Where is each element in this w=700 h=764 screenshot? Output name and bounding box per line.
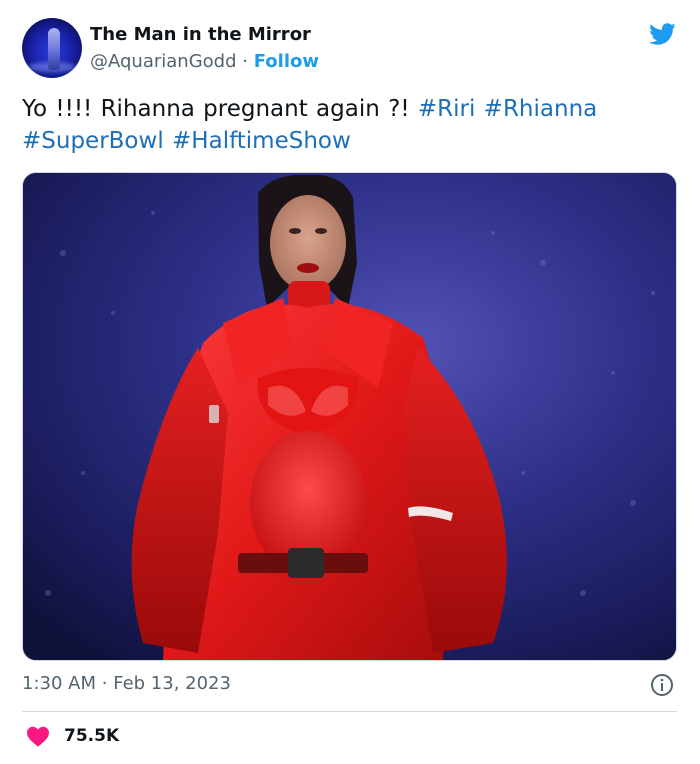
- twitter-bird-icon[interactable]: [646, 20, 678, 48]
- hashtag-riri[interactable]: #Riri: [418, 96, 476, 122]
- performer-photo: [23, 173, 676, 660]
- tweet-header: The Man in the Mirror @AquarianGodd · Fo…: [22, 18, 678, 80]
- tweet-card: The Man in the Mirror @AquarianGodd · Fo…: [0, 0, 700, 764]
- tweet-date: Feb 13, 2023: [113, 673, 231, 694]
- tweet-timestamp[interactable]: 1:30 AM · Feb 13, 2023: [22, 673, 231, 694]
- display-name[interactable]: The Man in the Mirror: [90, 24, 311, 45]
- handle-separator: ·: [242, 51, 248, 72]
- hashtag-halftimeshow[interactable]: #HalftimeShow: [172, 128, 351, 154]
- tweet-text: Yo !!!! Rihanna pregnant again ?! #Riri …: [22, 93, 672, 157]
- divider: [22, 711, 677, 712]
- timestamp-separator: ·: [101, 673, 108, 694]
- hashtag-superbowl[interactable]: #SuperBowl: [22, 128, 164, 154]
- tweet-photo[interactable]: [22, 172, 677, 661]
- info-icon[interactable]: [650, 673, 674, 697]
- avatar[interactable]: [22, 18, 82, 78]
- hashtag-rhianna[interactable]: #Rhianna: [484, 96, 598, 122]
- avatar-figure: [48, 28, 60, 70]
- handle-line: @AquarianGodd · Follow: [90, 51, 319, 72]
- tweet-text-body: Yo !!!! Rihanna pregnant again ?!: [22, 96, 410, 122]
- tweet-time: 1:30 AM: [22, 673, 96, 694]
- user-handle[interactable]: @AquarianGodd: [90, 51, 237, 72]
- follow-button[interactable]: Follow: [254, 51, 319, 72]
- like-count: 75.5K: [64, 726, 120, 746]
- heart-icon: [27, 726, 49, 747]
- like-button[interactable]: 75.5K: [26, 723, 119, 749]
